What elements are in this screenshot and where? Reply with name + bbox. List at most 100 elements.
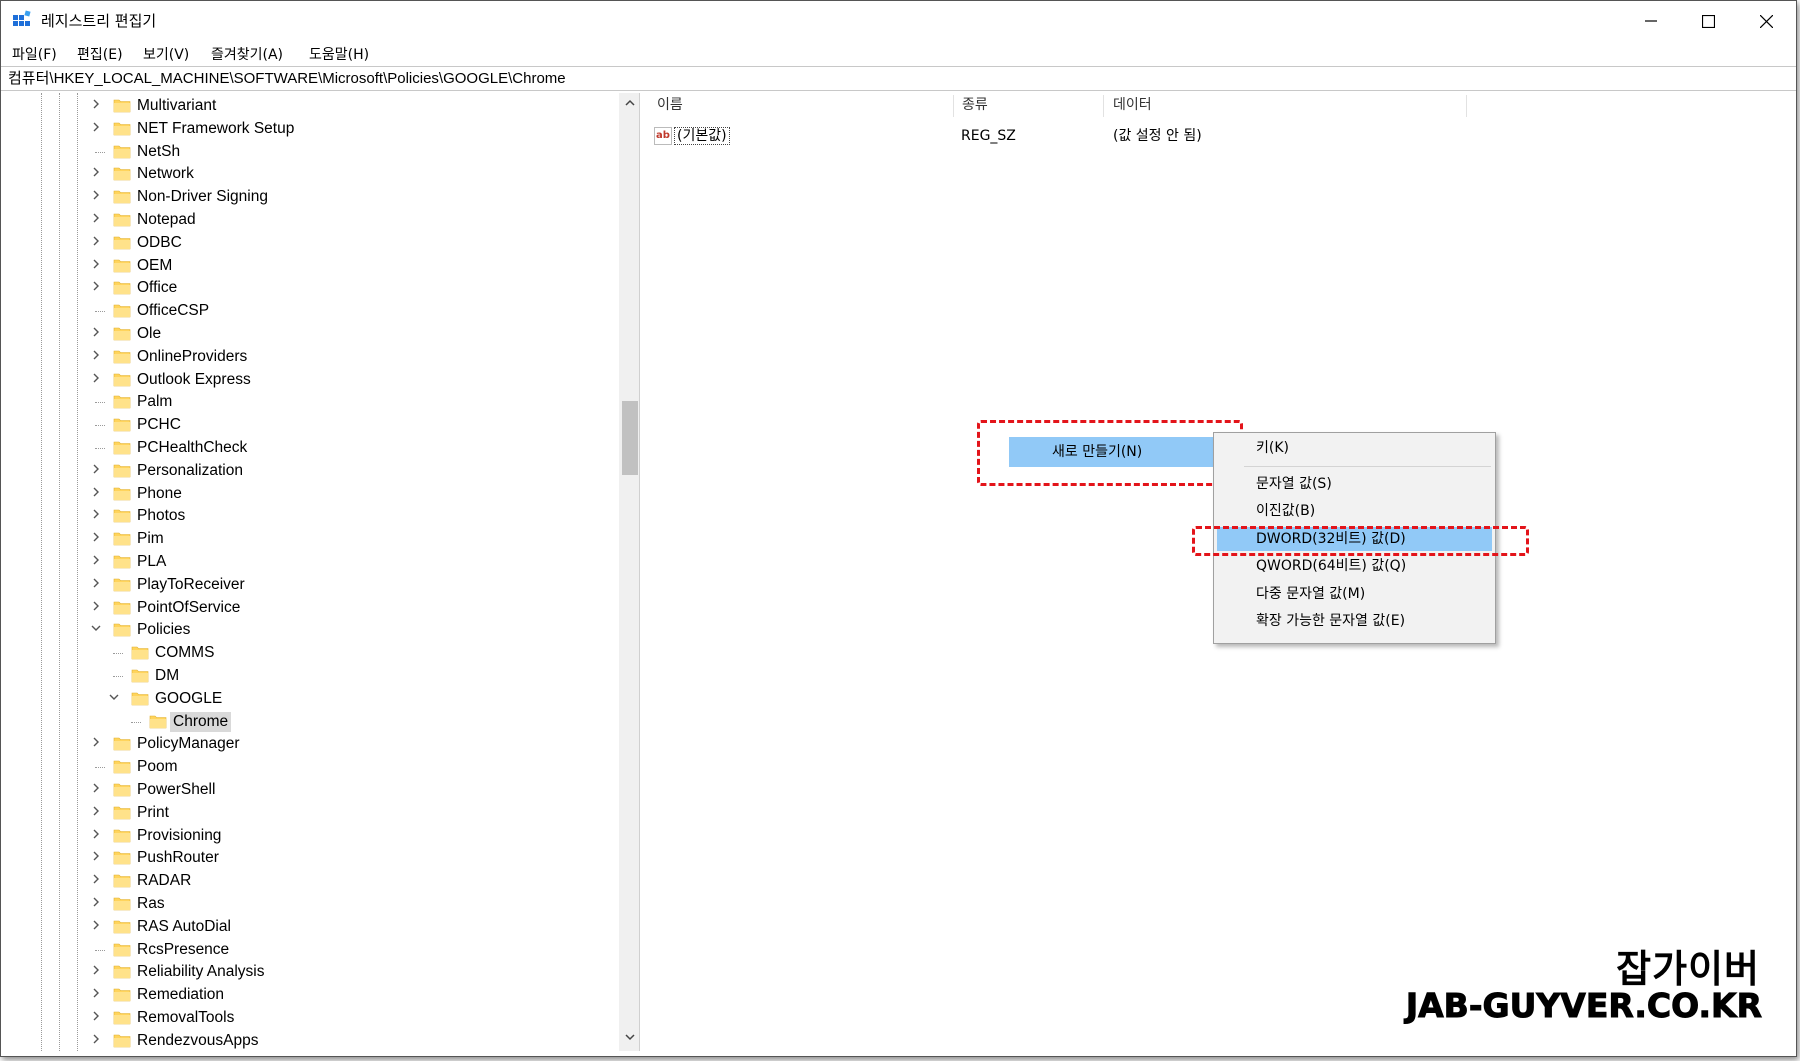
chevron-right-icon[interactable] bbox=[89, 896, 103, 912]
tree-item[interactable]: Non-Driver Signing bbox=[3, 186, 613, 208]
tree-item[interactable]: Print bbox=[3, 802, 613, 824]
tree-item[interactable]: RemovalTools bbox=[3, 1007, 613, 1029]
tree-item[interactable]: PLA bbox=[3, 551, 613, 573]
chevron-right-icon[interactable] bbox=[89, 508, 103, 524]
column-divider[interactable] bbox=[1103, 95, 1104, 117]
column-header-name[interactable]: 이름 bbox=[657, 93, 683, 117]
chevron-right-icon[interactable] bbox=[89, 486, 103, 502]
tree-item[interactable]: Phone bbox=[3, 483, 613, 505]
chevron-right-icon[interactable] bbox=[89, 1010, 103, 1026]
column-header-data[interactable]: 데이터 bbox=[1113, 93, 1152, 117]
chevron-right-icon[interactable] bbox=[89, 372, 103, 388]
chevron-down-icon[interactable] bbox=[89, 622, 103, 638]
tree-item[interactable]: Policies bbox=[3, 619, 613, 641]
menu-item-multi-string[interactable]: 다중 문자열 값(M) bbox=[1217, 582, 1492, 606]
tree-item[interactable]: Office bbox=[3, 277, 613, 299]
chevron-right-icon[interactable] bbox=[89, 736, 103, 752]
tree-item[interactable]: Poom bbox=[3, 756, 613, 778]
tree-item[interactable]: Remediation bbox=[3, 984, 613, 1006]
tree-item[interactable]: Outlook Express bbox=[3, 369, 613, 391]
chevron-right-icon[interactable] bbox=[89, 828, 103, 844]
tree-item[interactable]: OfficeCSP bbox=[3, 300, 613, 322]
address-bar[interactable]: 컴퓨터\HKEY_LOCAL_MACHINE\SOFTWARE\Microsof… bbox=[1, 66, 1796, 91]
tree-item[interactable]: PlayToReceiver bbox=[3, 574, 613, 596]
key-tree-pane[interactable]: Multivariant NET Framework Setup NetSh Netw… bbox=[3, 93, 640, 1051]
tree-item[interactable]: Ole bbox=[3, 323, 613, 345]
chevron-right-icon[interactable] bbox=[89, 850, 103, 866]
menu-edit[interactable]: 편집(E) bbox=[77, 44, 123, 64]
tree-item[interactable]: Reliability Analysis bbox=[3, 961, 613, 983]
tree-item[interactable]: RAS AutoDial bbox=[3, 916, 613, 938]
tree-item[interactable]: PolicyManager bbox=[3, 733, 613, 755]
chevron-right-icon[interactable] bbox=[89, 554, 103, 570]
chevron-right-icon[interactable] bbox=[89, 166, 103, 182]
chevron-right-icon[interactable] bbox=[89, 805, 103, 821]
tree-item[interactable]: RendezvousApps bbox=[3, 1030, 613, 1051]
column-divider[interactable] bbox=[1466, 95, 1467, 117]
tree-item[interactable]: PushRouter bbox=[3, 847, 613, 869]
chevron-right-icon[interactable] bbox=[89, 280, 103, 296]
tree-item[interactable]: PointOfService bbox=[3, 597, 613, 619]
scroll-down-icon[interactable] bbox=[622, 1031, 638, 1047]
chevron-right-icon[interactable] bbox=[89, 987, 103, 1003]
tree-item[interactable]: RcsPresence bbox=[3, 939, 613, 961]
chevron-right-icon[interactable] bbox=[89, 258, 103, 274]
chevron-right-icon[interactable] bbox=[89, 189, 103, 205]
tree-item[interactable]: PowerShell bbox=[3, 779, 613, 801]
chevron-right-icon[interactable] bbox=[89, 463, 103, 479]
tree-item[interactable]: NetSh bbox=[3, 141, 613, 163]
chevron-right-icon[interactable] bbox=[89, 326, 103, 342]
tree-item[interactable]: ODBC bbox=[3, 232, 613, 254]
chevron-right-icon[interactable] bbox=[89, 873, 103, 889]
menu-item-string[interactable]: 문자열 값(S) bbox=[1217, 472, 1492, 496]
scroll-up-icon[interactable] bbox=[622, 97, 638, 113]
chevron-right-icon[interactable] bbox=[89, 98, 103, 114]
tree-item[interactable]: OnlineProviders bbox=[3, 346, 613, 368]
menu-help[interactable]: 도움말(H) bbox=[309, 44, 369, 64]
chevron-right-icon[interactable] bbox=[89, 349, 103, 365]
tree-item[interactable]: PCHealthCheck bbox=[3, 437, 613, 459]
chevron-right-icon[interactable] bbox=[89, 235, 103, 251]
chevron-right-icon[interactable] bbox=[89, 121, 103, 137]
title-bar[interactable]: 레지스트리 편집기 bbox=[1, 1, 1796, 41]
tree-item[interactable]: Notepad bbox=[3, 209, 613, 231]
menu-item-key[interactable]: 키(K) bbox=[1217, 436, 1492, 460]
close-button[interactable] bbox=[1737, 1, 1795, 41]
tree-item[interactable]: COMMS bbox=[3, 642, 613, 664]
tree-item[interactable]: PCHC bbox=[3, 414, 613, 436]
menu-item-binary[interactable]: 이진값(B) bbox=[1217, 499, 1492, 523]
tree-item[interactable]: NET Framework Setup bbox=[3, 118, 613, 140]
menu-item-qword[interactable]: QWORD(64비트) 값(Q) bbox=[1217, 554, 1492, 578]
chevron-right-icon[interactable] bbox=[89, 919, 103, 935]
menu-file[interactable]: 파일(F) bbox=[12, 44, 57, 64]
chevron-right-icon[interactable] bbox=[89, 1033, 103, 1049]
chevron-right-icon[interactable] bbox=[89, 782, 103, 798]
tree-item[interactable]: Multivariant bbox=[3, 95, 613, 117]
chevron-right-icon[interactable] bbox=[89, 964, 103, 980]
tree-item[interactable]: RADAR bbox=[3, 870, 613, 892]
chevron-right-icon[interactable] bbox=[89, 212, 103, 228]
column-header-type[interactable]: 종류 bbox=[962, 93, 988, 117]
tree-item[interactable]: GOOGLE bbox=[3, 688, 613, 710]
scroll-thumb[interactable] bbox=[622, 401, 638, 475]
tree-scrollbar[interactable] bbox=[619, 93, 639, 1051]
maximize-button[interactable] bbox=[1679, 1, 1737, 41]
menu-view[interactable]: 보기(V) bbox=[143, 44, 189, 64]
tree-item[interactable]: Photos bbox=[3, 505, 613, 527]
tree-item[interactable]: Personalization bbox=[3, 460, 613, 482]
chevron-right-icon[interactable] bbox=[89, 531, 103, 547]
chevron-down-icon[interactable] bbox=[107, 691, 121, 707]
tree-item[interactable]: Pim bbox=[3, 528, 613, 550]
tree-item[interactable]: OEM bbox=[3, 255, 613, 277]
minimize-button[interactable] bbox=[1622, 1, 1680, 41]
tree-item[interactable]: Chrome bbox=[3, 711, 613, 733]
menu-favorites[interactable]: 즐겨찾기(A) bbox=[211, 44, 283, 64]
chevron-right-icon[interactable] bbox=[89, 600, 103, 616]
tree-item[interactable]: Network bbox=[3, 163, 613, 185]
tree-item[interactable]: Ras bbox=[3, 893, 613, 915]
tree-item[interactable]: DM bbox=[3, 665, 613, 687]
chevron-right-icon[interactable] bbox=[89, 577, 103, 593]
tree-item[interactable]: Palm bbox=[3, 391, 613, 413]
column-divider[interactable] bbox=[953, 95, 954, 117]
menu-item-expandable-string[interactable]: 확장 가능한 문자열 값(E) bbox=[1217, 609, 1492, 633]
